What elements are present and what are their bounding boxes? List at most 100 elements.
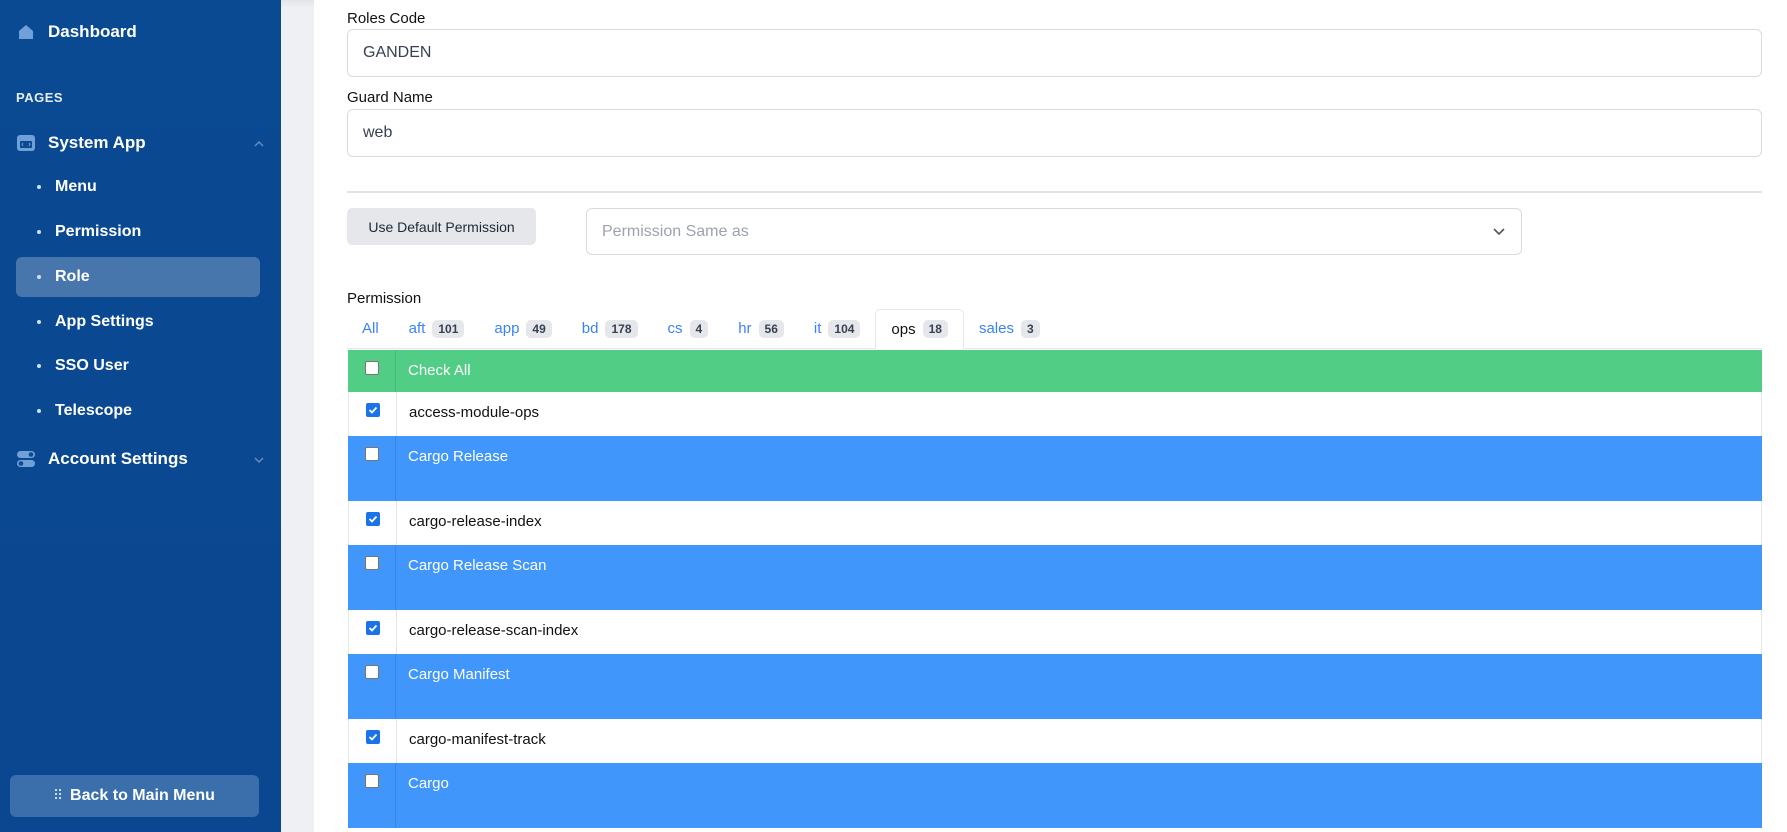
permission-table: Check All access-module-ops Cargo Release… [348, 350, 1762, 828]
tab-label: aft [408, 320, 426, 337]
count-badge: 3 [1021, 319, 1040, 338]
tab-app[interactable]: app 49 [479, 309, 566, 348]
sidebar-item-permission[interactable]: Permission [16, 212, 260, 252]
app-window-icon [16, 133, 36, 153]
permission-name: Cargo [395, 763, 1762, 828]
check-all-label: Check All [395, 350, 1762, 392]
bullet-icon [37, 185, 41, 189]
roles-code-input[interactable]: GANDEN [347, 29, 1762, 77]
tab-ops[interactable]: ops 18 [875, 309, 964, 349]
checkmark-icon [368, 624, 377, 632]
use-default-permission-button[interactable]: Use Default Permission [347, 208, 536, 245]
guard-name-label: Guard Name [347, 89, 433, 106]
bullet-icon [37, 275, 41, 279]
checkmark-icon [368, 515, 377, 523]
tab-hr[interactable]: hr 56 [723, 309, 799, 348]
sidebar-item-label: Dashboard [48, 22, 137, 41]
roles-code-label: Roles Code [347, 10, 426, 27]
select-placeholder: Permission Same as [602, 222, 749, 240]
tab-cs[interactable]: cs 4 [653, 309, 724, 348]
tab-all[interactable]: All [347, 309, 394, 348]
permission-checkbox[interactable] [365, 512, 380, 526]
tab-it[interactable]: it 104 [799, 309, 876, 348]
permission-row: cargo-manifest-track [348, 719, 1762, 763]
tab-label: it [813, 320, 822, 337]
permission-label: Permission [347, 290, 422, 307]
permission-checkbox[interactable] [364, 665, 379, 679]
count-badge: 18 [922, 320, 948, 338]
sidebar-item-sso-user[interactable]: SSO User [16, 346, 260, 386]
tab-label: bd [581, 320, 599, 337]
permission-row: access-module-ops [348, 392, 1762, 436]
bullet-icon [37, 364, 41, 368]
count-badge: 49 [526, 319, 552, 338]
sidebar-group-label: System App [48, 133, 146, 152]
sidebar-item-app-settings[interactable]: App Settings [16, 302, 260, 342]
permission-checkbox[interactable] [364, 556, 379, 570]
tab-label: cs [667, 320, 683, 337]
permission-tabs: All aft 101 app 49 bd 178 cs 4 hr 56 it 104 op… [347, 309, 1762, 349]
tab-label: app [494, 320, 520, 337]
permission-group-row: Cargo [348, 763, 1762, 828]
tab-label: sales [978, 320, 1014, 337]
guard-name-input[interactable]: web [347, 109, 1762, 157]
home-icon [16, 22, 36, 42]
sidebar-item-telescope[interactable]: Telescope [16, 391, 260, 431]
sidebar-group-label: Account Settings [48, 449, 188, 468]
chevron-down-icon [253, 449, 265, 469]
bullet-icon [37, 320, 41, 324]
role-form: Roles Code GANDEN Guard Name web Use Def… [314, 0, 1787, 832]
grid-dots-icon [54, 787, 62, 805]
permission-checkbox[interactable] [364, 774, 379, 788]
permission-name: cargo-release-index [396, 501, 1761, 545]
tab-bd[interactable]: bd 178 [567, 309, 653, 348]
bullet-icon [37, 230, 41, 234]
permission-group-row: Cargo Manifest [348, 654, 1762, 719]
count-badge: 104 [828, 319, 861, 338]
checkmark-icon [368, 406, 377, 414]
count-badge: 56 [758, 319, 784, 338]
sidebar-group-system-app[interactable]: System App [16, 133, 265, 153]
check-all-row: Check All [348, 350, 1762, 392]
toggle-settings-icon [16, 449, 36, 469]
bullet-icon [37, 409, 41, 413]
count-badge: 178 [605, 319, 638, 338]
permission-group-row: Cargo Release Scan [348, 545, 1762, 610]
count-badge: 4 [689, 319, 709, 338]
permission-checkbox[interactable] [365, 621, 380, 635]
sidebar-item-role[interactable]: Role [16, 257, 260, 297]
back-button-label: Back to Main Menu [70, 787, 215, 804]
sidebar-group-account-settings[interactable]: Account Settings [16, 449, 265, 469]
permission-row: cargo-release-scan-index [348, 610, 1762, 654]
sidebar-item-label: Permission [55, 223, 142, 240]
permission-checkbox[interactable] [365, 403, 380, 417]
permission-name: access-module-ops [396, 392, 1761, 436]
tab-label: hr [738, 320, 752, 337]
permission-name: cargo-manifest-track [396, 719, 1761, 763]
check-all-checkbox[interactable] [364, 361, 379, 375]
tab-label: ops [891, 320, 916, 338]
tab-sales[interactable]: sales 3 [964, 309, 1055, 348]
sidebar-item-label: Role [55, 268, 90, 285]
sidebar-item-label: SSO User [55, 357, 129, 374]
permission-name: Cargo Release Scan [395, 545, 1762, 610]
checkmark-icon [368, 733, 377, 741]
back-to-main-menu-button[interactable]: Back to Main Menu [10, 775, 259, 817]
permission-same-as-select[interactable]: Permission Same as [586, 208, 1522, 255]
tab-aft[interactable]: aft 101 [394, 309, 480, 348]
tab-label: All [362, 320, 379, 337]
permission-checkbox[interactable] [365, 730, 380, 744]
sidebar-item-menu[interactable]: Menu [16, 167, 260, 207]
permission-row: cargo-release-index [348, 501, 1762, 545]
count-badge: 101 [432, 319, 465, 338]
section-label-pages: PAGES [16, 90, 64, 105]
sidebar-item-label: Telescope [55, 402, 133, 419]
permission-name: Cargo Manifest [395, 654, 1762, 719]
permission-checkbox[interactable] [364, 447, 379, 461]
permission-group-row: Cargo Release [348, 436, 1762, 501]
chevron-up-icon [253, 133, 265, 153]
divider [347, 191, 1762, 193]
sidebar-item-label: Menu [55, 178, 97, 195]
permission-name: cargo-release-scan-index [396, 610, 1761, 654]
sidebar-item-dashboard[interactable]: Dashboard [16, 22, 137, 42]
